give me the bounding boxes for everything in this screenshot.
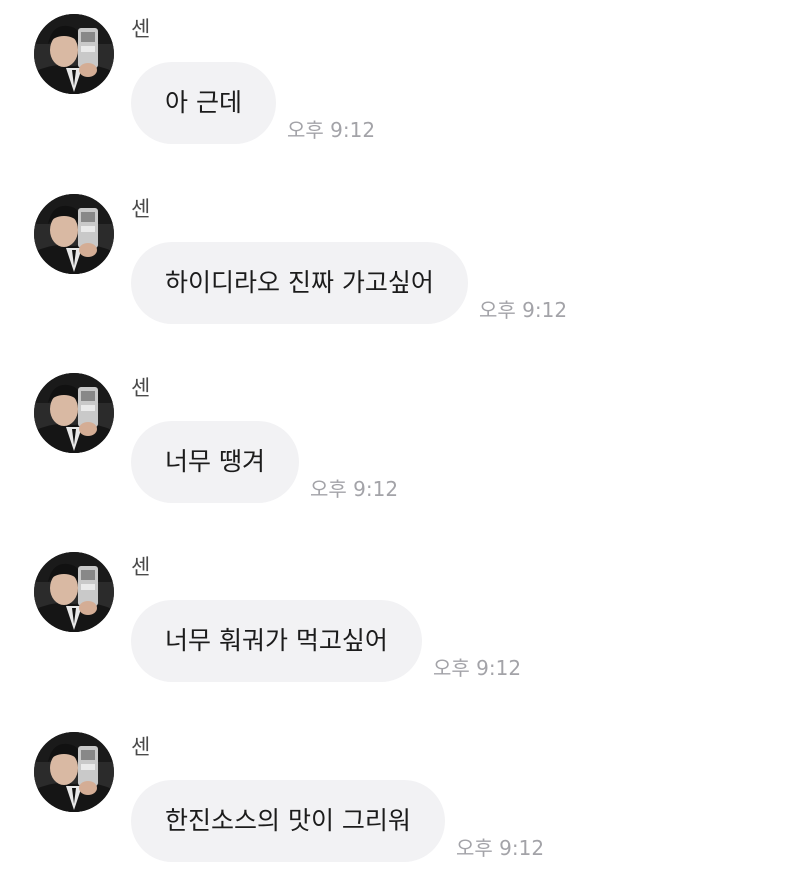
profile-photo-icon bbox=[34, 194, 114, 274]
avatar[interactable] bbox=[34, 732, 114, 812]
sender-name: 센 bbox=[131, 376, 151, 400]
chat-message: 센 너무 훠궈가 먹고싶어 오후 9:12 bbox=[0, 538, 800, 708]
message-bubble[interactable]: 너무 훠궈가 먹고싶어 bbox=[131, 600, 422, 682]
message-time: 오후 9:12 bbox=[479, 298, 568, 322]
avatar[interactable] bbox=[34, 373, 114, 453]
profile-photo-icon bbox=[34, 14, 114, 94]
message-time: 오후 9:12 bbox=[433, 656, 522, 680]
chat-message: 센 너무 땡겨 오후 9:12 bbox=[0, 359, 800, 529]
avatar[interactable] bbox=[34, 194, 114, 274]
avatar[interactable] bbox=[34, 14, 114, 94]
avatar[interactable] bbox=[34, 552, 114, 632]
profile-photo-icon bbox=[34, 732, 114, 812]
sender-name: 센 bbox=[131, 17, 151, 41]
chat-message: 센 아 근데 오후 9:12 bbox=[0, 0, 800, 170]
sender-name: 센 bbox=[131, 735, 151, 759]
message-bubble[interactable]: 하이디라오 진짜 가고싶어 bbox=[131, 242, 468, 324]
profile-photo-icon bbox=[34, 373, 114, 453]
message-bubble[interactable]: 너무 땡겨 bbox=[131, 421, 299, 503]
chat-message: 센 하이디라오 진짜 가고싶어 오후 9:12 bbox=[0, 180, 800, 350]
message-bubble[interactable]: 아 근데 bbox=[131, 62, 276, 144]
sender-name: 센 bbox=[131, 555, 151, 579]
sender-name: 센 bbox=[131, 197, 151, 221]
message-time: 오후 9:12 bbox=[310, 477, 399, 501]
message-time: 오후 9:12 bbox=[287, 118, 376, 142]
message-time: 오후 9:12 bbox=[456, 836, 545, 860]
profile-photo-icon bbox=[34, 552, 114, 632]
message-bubble[interactable]: 한진소스의 맛이 그리워 bbox=[131, 780, 445, 862]
chat-message: 센 한진소스의 맛이 그리워 오후 9:12 bbox=[0, 718, 800, 888]
